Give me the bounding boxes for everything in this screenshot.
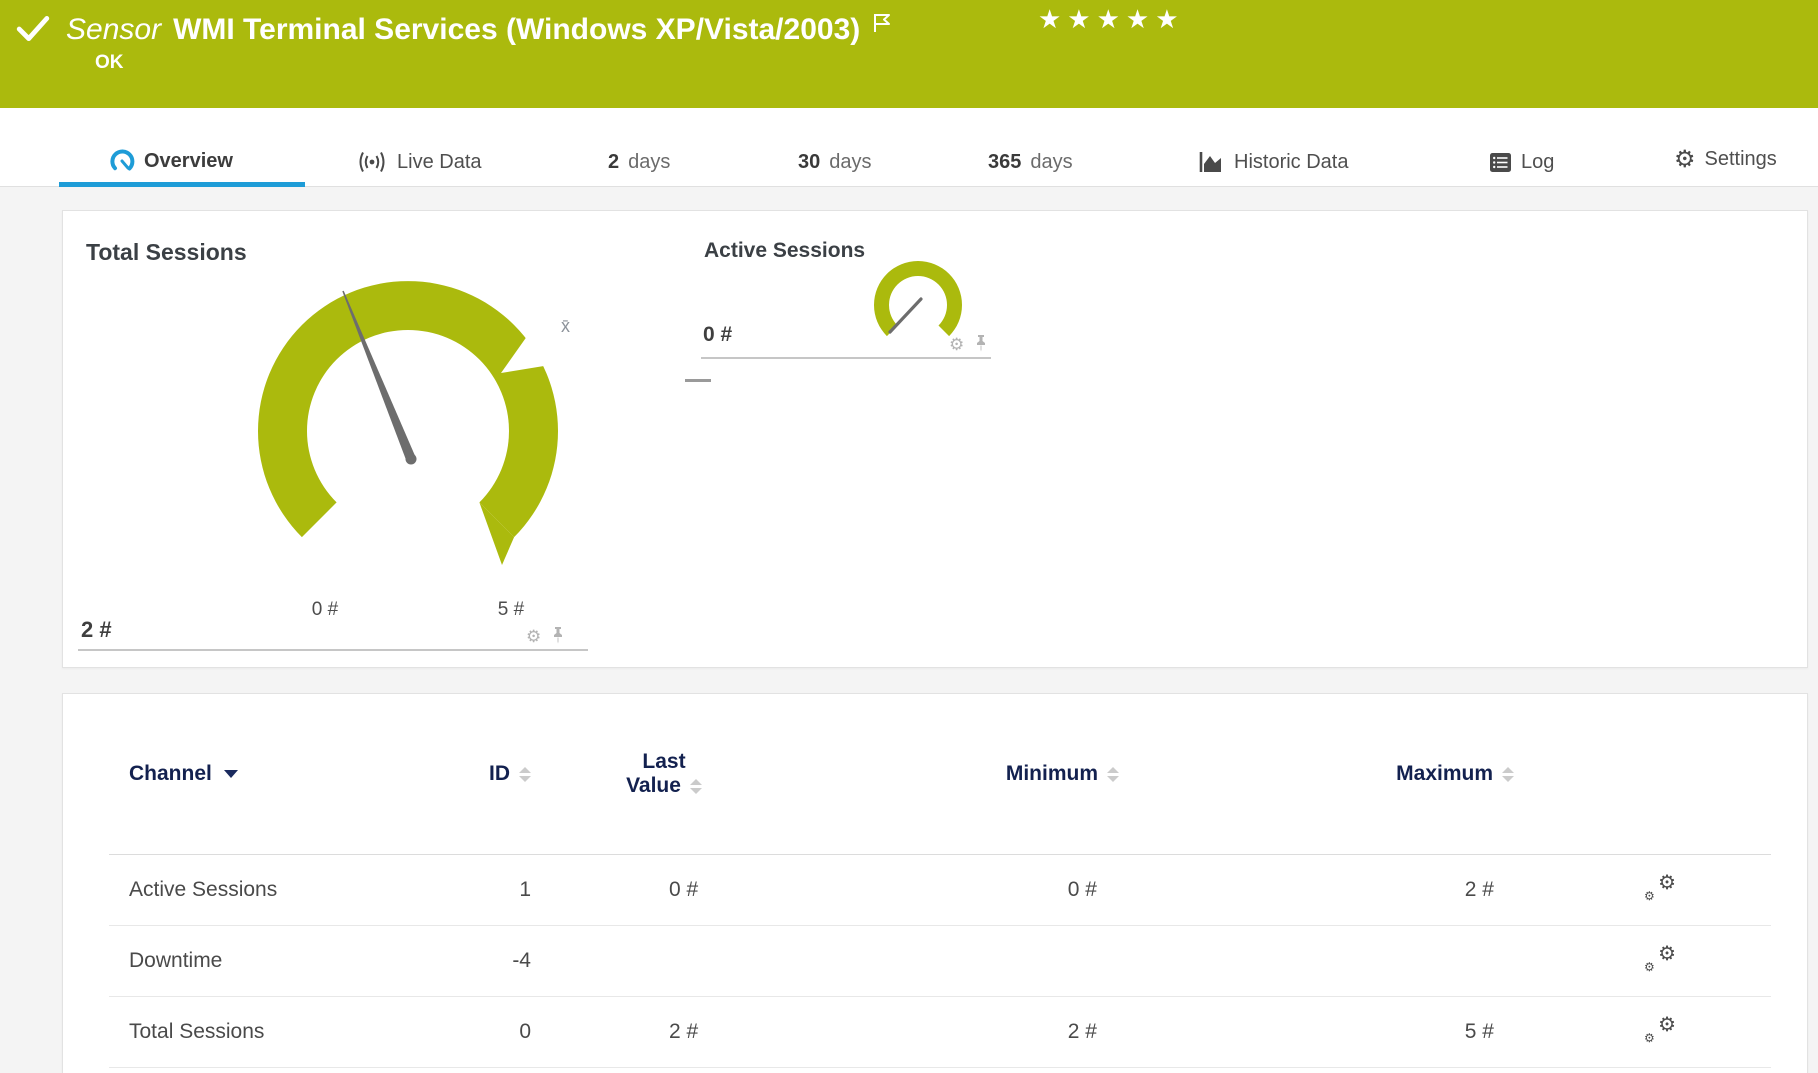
- active-sessions-gauge: [871, 259, 967, 343]
- log-list-icon: [1489, 152, 1512, 173]
- average-marker-label: x̄: [561, 316, 570, 337]
- area-chart-icon: [1198, 151, 1225, 174]
- sort-arrows-icon[interactable]: [519, 767, 531, 782]
- active-sessions-gauge-title: Active Sessions: [704, 239, 865, 263]
- divider-dash: [685, 379, 711, 382]
- settings-gear-icon: [1674, 145, 1696, 174]
- total-sessions-gauge-title: Total Sessions: [86, 239, 247, 266]
- channel-settings-gears-icon[interactable]: [1644, 1014, 1676, 1044]
- gauge-min-label: 0 #: [303, 599, 347, 621]
- widget-pin-icon[interactable]: [974, 335, 988, 353]
- page-title: WMI Terminal Services (Windows XP/Vista/…: [173, 13, 860, 47]
- total-sessions-gauge: [251, 273, 571, 596]
- tab-settings[interactable]: Settings: [1674, 145, 1777, 174]
- active-sessions-current-value: 0 #: [703, 323, 732, 347]
- object-type-label: Sensor: [66, 13, 161, 47]
- tab-30-days[interactable]: 30 days: [798, 151, 872, 174]
- table-row-active-sessions[interactable]: Active Sessions 1 0 # 0 # 2 #: [109, 855, 1771, 926]
- widget-gear-icon[interactable]: [949, 336, 964, 353]
- widget-gear-icon[interactable]: [526, 628, 541, 645]
- header-minimum[interactable]: Minimum: [1006, 762, 1159, 786]
- status-badge: OK: [95, 52, 124, 74]
- header-last-value[interactable]: Last Value: [626, 750, 702, 798]
- total-sessions-current-value: 2 #: [81, 617, 112, 643]
- flag-icon[interactable]: [872, 12, 892, 34]
- channels-table-header: Channel ID Last Value Minimum: [109, 694, 1771, 855]
- tab-365-days[interactable]: 365 days: [988, 151, 1073, 174]
- table-row-total-sessions[interactable]: Total Sessions 0 2 # 2 # 5 #: [109, 997, 1771, 1068]
- sort-caret-down-icon: [224, 770, 238, 778]
- status-ok-check-icon: [16, 12, 50, 44]
- prtg-sensor-page: Sensor WMI Terminal Services (Windows XP…: [0, 0, 1818, 1073]
- active-tab-indicator: [59, 182, 305, 187]
- channel-settings-gears-icon[interactable]: [1644, 872, 1676, 902]
- sort-arrows-icon[interactable]: [1107, 767, 1119, 782]
- channels-card: Channel ID Last Value Minimum: [62, 693, 1808, 1073]
- tab-2-days[interactable]: 2 days: [608, 151, 670, 174]
- table-row-downtime[interactable]: Downtime -4: [109, 926, 1771, 997]
- broadcast-icon: [356, 150, 388, 174]
- gauges-card: Total Sessions x̄ 0 # 5 # 2 # Active Ses…: [62, 210, 1808, 668]
- widget-pin-icon[interactable]: [551, 627, 565, 645]
- header-id[interactable]: ID: [489, 762, 539, 786]
- tab-live-data[interactable]: Live Data: [356, 150, 482, 174]
- channels-table: Channel ID Last Value Minimum: [109, 694, 1771, 1068]
- sensor-status-header: Sensor WMI Terminal Services (Windows XP…: [0, 0, 1818, 108]
- channel-settings-gears-icon[interactable]: [1644, 943, 1676, 973]
- gauge-max-label: 5 #: [489, 599, 533, 621]
- widget-underline: [701, 357, 991, 359]
- tab-overview[interactable]: Overview: [109, 148, 233, 174]
- sort-arrows-icon[interactable]: [690, 779, 702, 794]
- tab-historic-data[interactable]: Historic Data: [1198, 151, 1348, 174]
- gauge-icon: [109, 148, 135, 174]
- tab-log[interactable]: Log: [1489, 151, 1554, 174]
- priority-stars[interactable]: ★★★★★: [1038, 4, 1185, 35]
- sort-arrows-icon[interactable]: [1502, 767, 1514, 782]
- header-maximum[interactable]: Maximum: [1396, 762, 1549, 786]
- header-channel[interactable]: Channel: [109, 762, 449, 786]
- tab-bar: Overview Live Data 2 days 30 days 365 da…: [0, 108, 1818, 187]
- widget-underline: [78, 649, 588, 651]
